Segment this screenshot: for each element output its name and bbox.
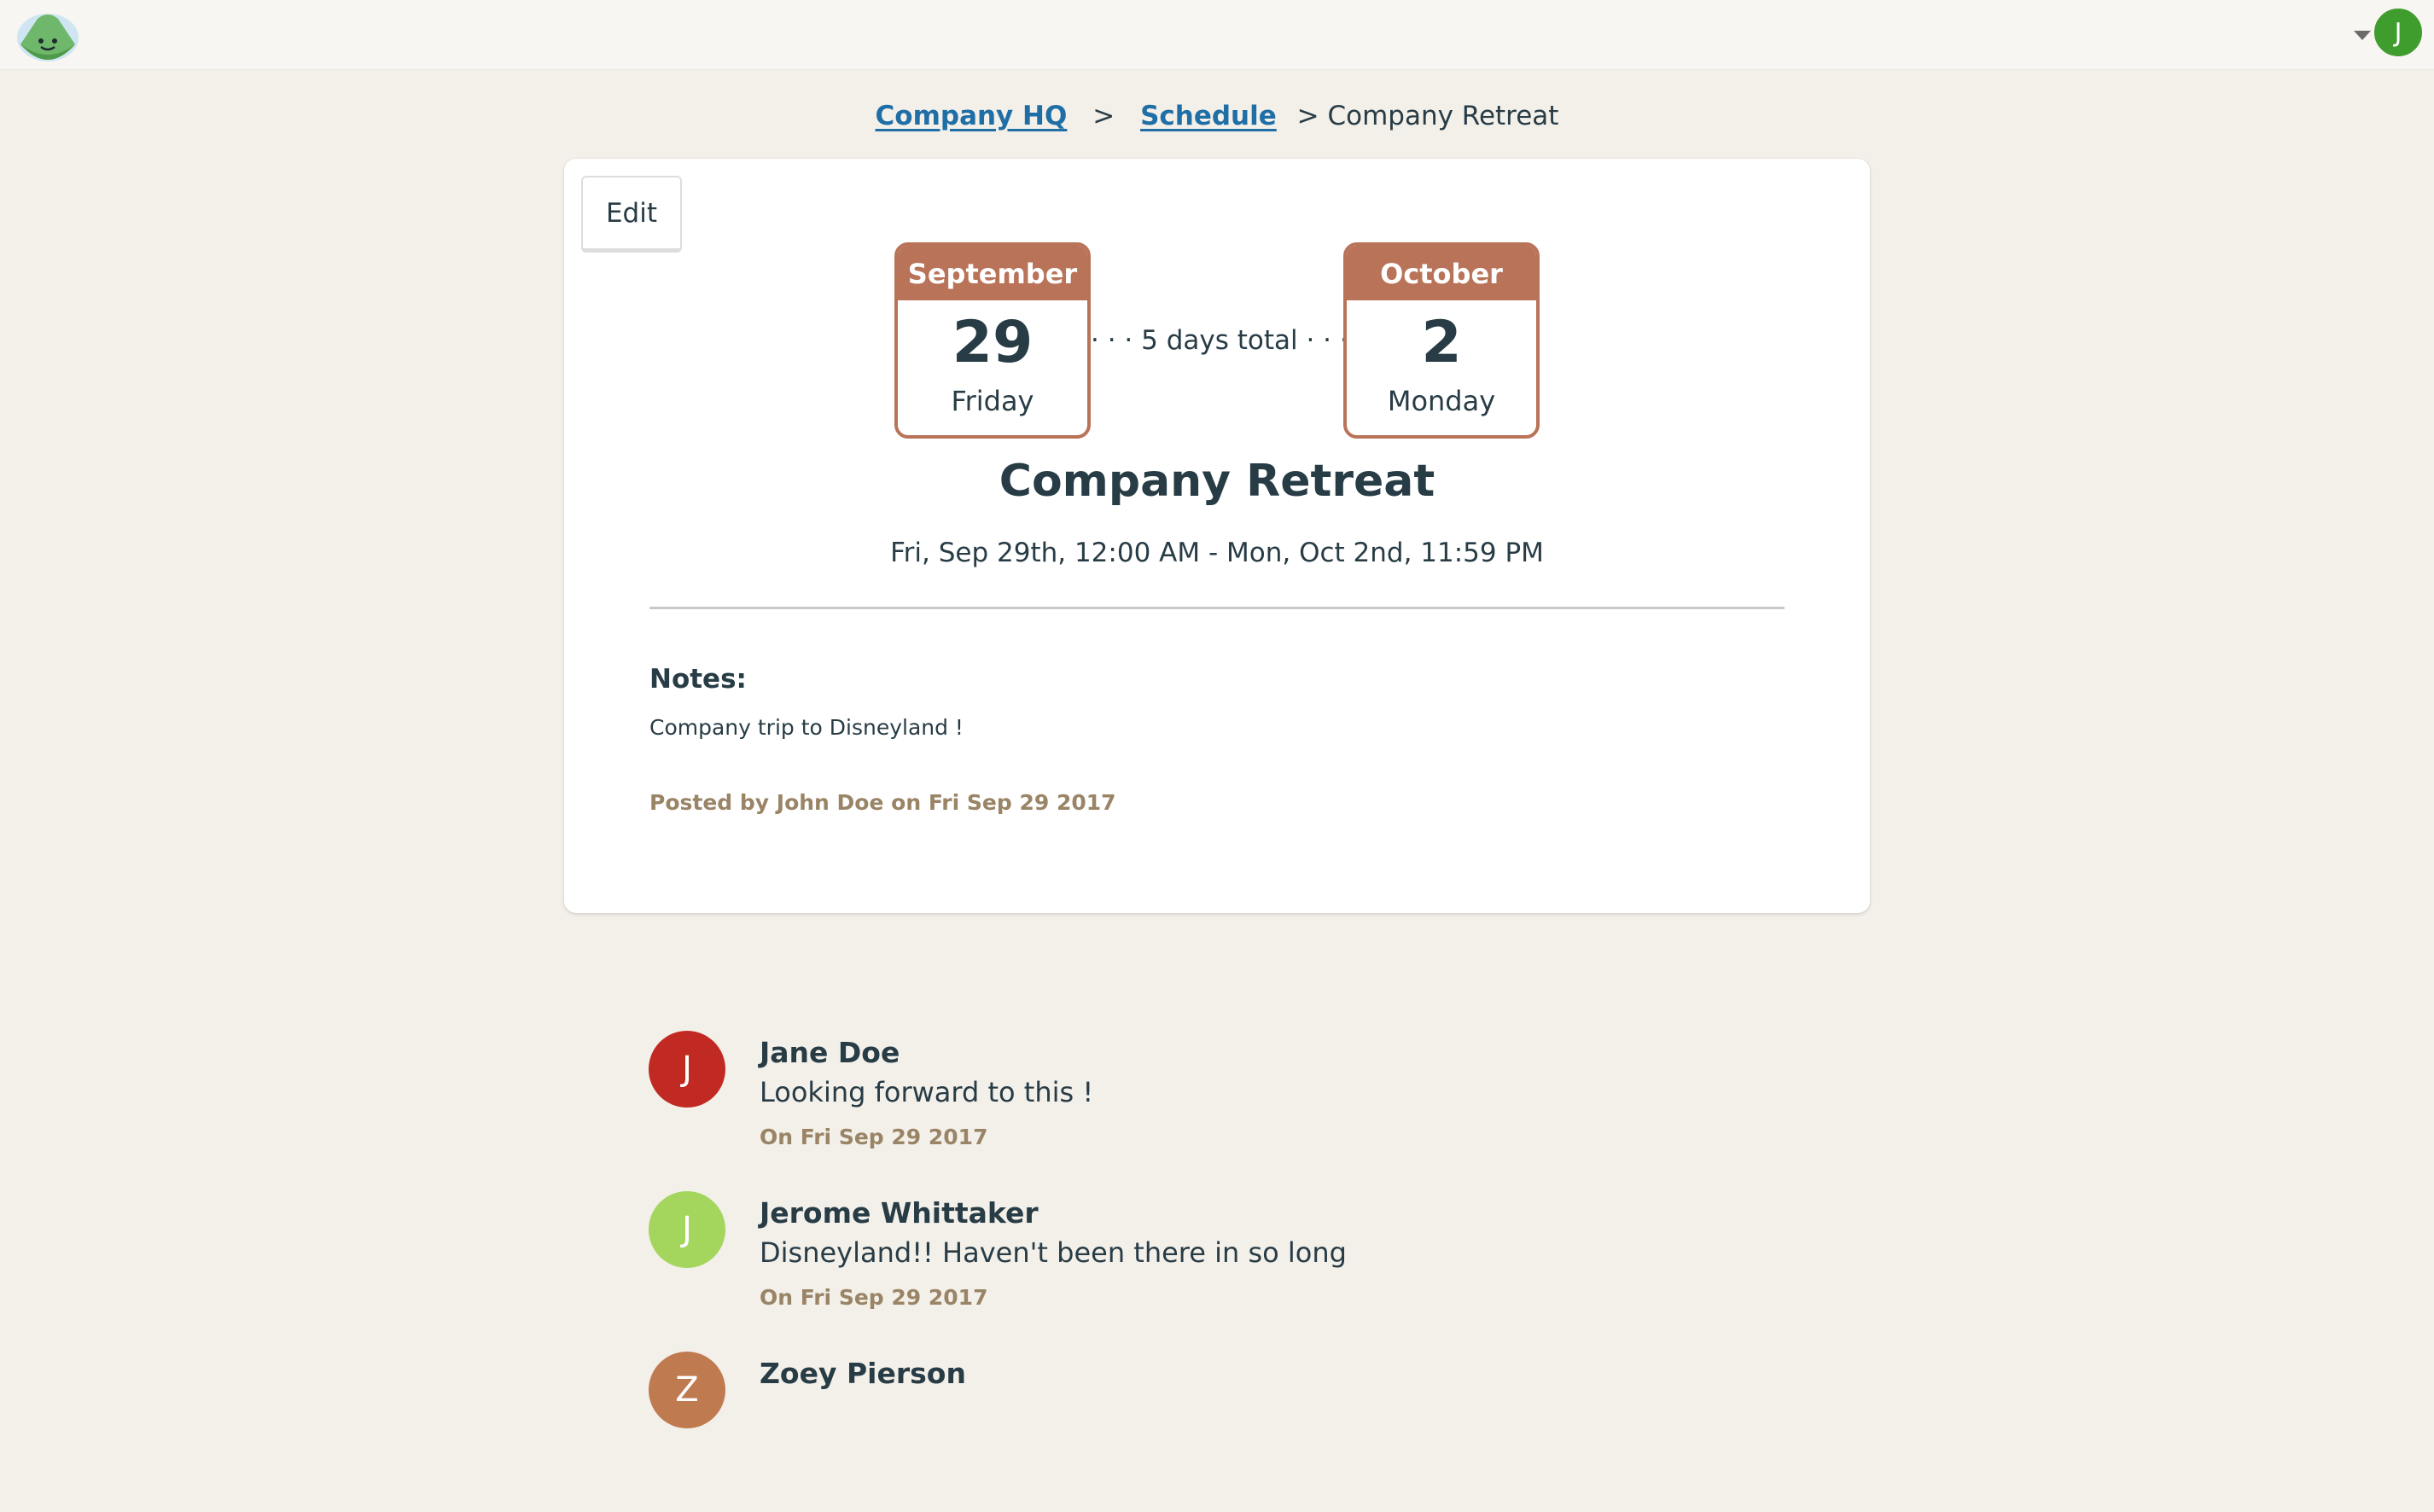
event-title: Company Retreat xyxy=(999,456,1435,507)
comment-author: Zoey Pierson xyxy=(760,1357,966,1390)
comment-item: J Jane Doe Looking forward to this ! On … xyxy=(649,1031,1843,1191)
event-card: Edit September 29 Friday · · · 5 days to… xyxy=(564,159,1870,913)
breadcrumb-link-schedule[interactable]: Schedule xyxy=(1140,101,1277,131)
top-bar: J xyxy=(0,0,2434,70)
breadcrumb-link-company-hq[interactable]: Company HQ xyxy=(876,101,1068,131)
comment-author: Jane Doe xyxy=(760,1036,900,1069)
breadcrumb: Company HQ > Schedule > Company Retreat xyxy=(0,96,2434,137)
avatar[interactable]: J xyxy=(649,1031,725,1108)
edit-button[interactable]: Edit xyxy=(581,176,682,253)
event-time-range: Fri, Sep 29th, 12:00 AM - Mon, Oct 2nd, … xyxy=(890,538,1544,568)
notes-label: Notes: xyxy=(649,664,747,695)
comment-text: Disneyland!! Haven't been there in so lo… xyxy=(760,1236,1347,1269)
days-total: · · · 5 days total · · · xyxy=(1091,325,1348,356)
comment-date: On Fri Sep 29 2017 xyxy=(760,1285,988,1310)
posted-by: Posted by John Doe on Fri Sep 29 2017 xyxy=(649,790,1116,815)
start-date-calendar: September 29 Friday xyxy=(894,242,1091,439)
breadcrumb-current: > Company Retreat xyxy=(1296,101,1559,131)
date-range: September 29 Friday · · · 5 days total ·… xyxy=(564,242,1870,439)
comment-author: Jerome Whittaker xyxy=(760,1196,1039,1230)
caret-down-icon[interactable] xyxy=(2354,30,2371,40)
end-day: 2 xyxy=(1421,309,1462,376)
start-month: September xyxy=(898,246,1087,300)
start-day: 29 xyxy=(952,309,1034,376)
end-weekday: Monday xyxy=(1387,385,1496,417)
comment-item: J Jerome Whittaker Disneyland!! Haven't … xyxy=(649,1191,1843,1352)
start-weekday: Friday xyxy=(951,385,1034,417)
avatar[interactable]: J xyxy=(649,1191,725,1268)
notes-text: Company trip to Disneyland ! xyxy=(649,715,964,740)
end-month: October xyxy=(1347,246,1536,300)
comments-list: J Jane Doe Looking forward to this ! On … xyxy=(649,1031,1843,1512)
end-date-calendar: October 2 Monday xyxy=(1343,242,1540,439)
comment-date: On Fri Sep 29 2017 xyxy=(760,1125,988,1149)
comment-text: Looking forward to this ! xyxy=(760,1076,1094,1108)
comment-item: Z Zoey Pierson xyxy=(649,1352,1843,1512)
divider xyxy=(649,607,1785,609)
user-menu[interactable]: J xyxy=(2354,7,2424,58)
user-avatar[interactable]: J xyxy=(2373,7,2424,58)
breadcrumb-separator: > xyxy=(1092,101,1115,131)
avatar[interactable]: Z xyxy=(649,1352,725,1428)
logo-icon[interactable] xyxy=(15,7,80,63)
